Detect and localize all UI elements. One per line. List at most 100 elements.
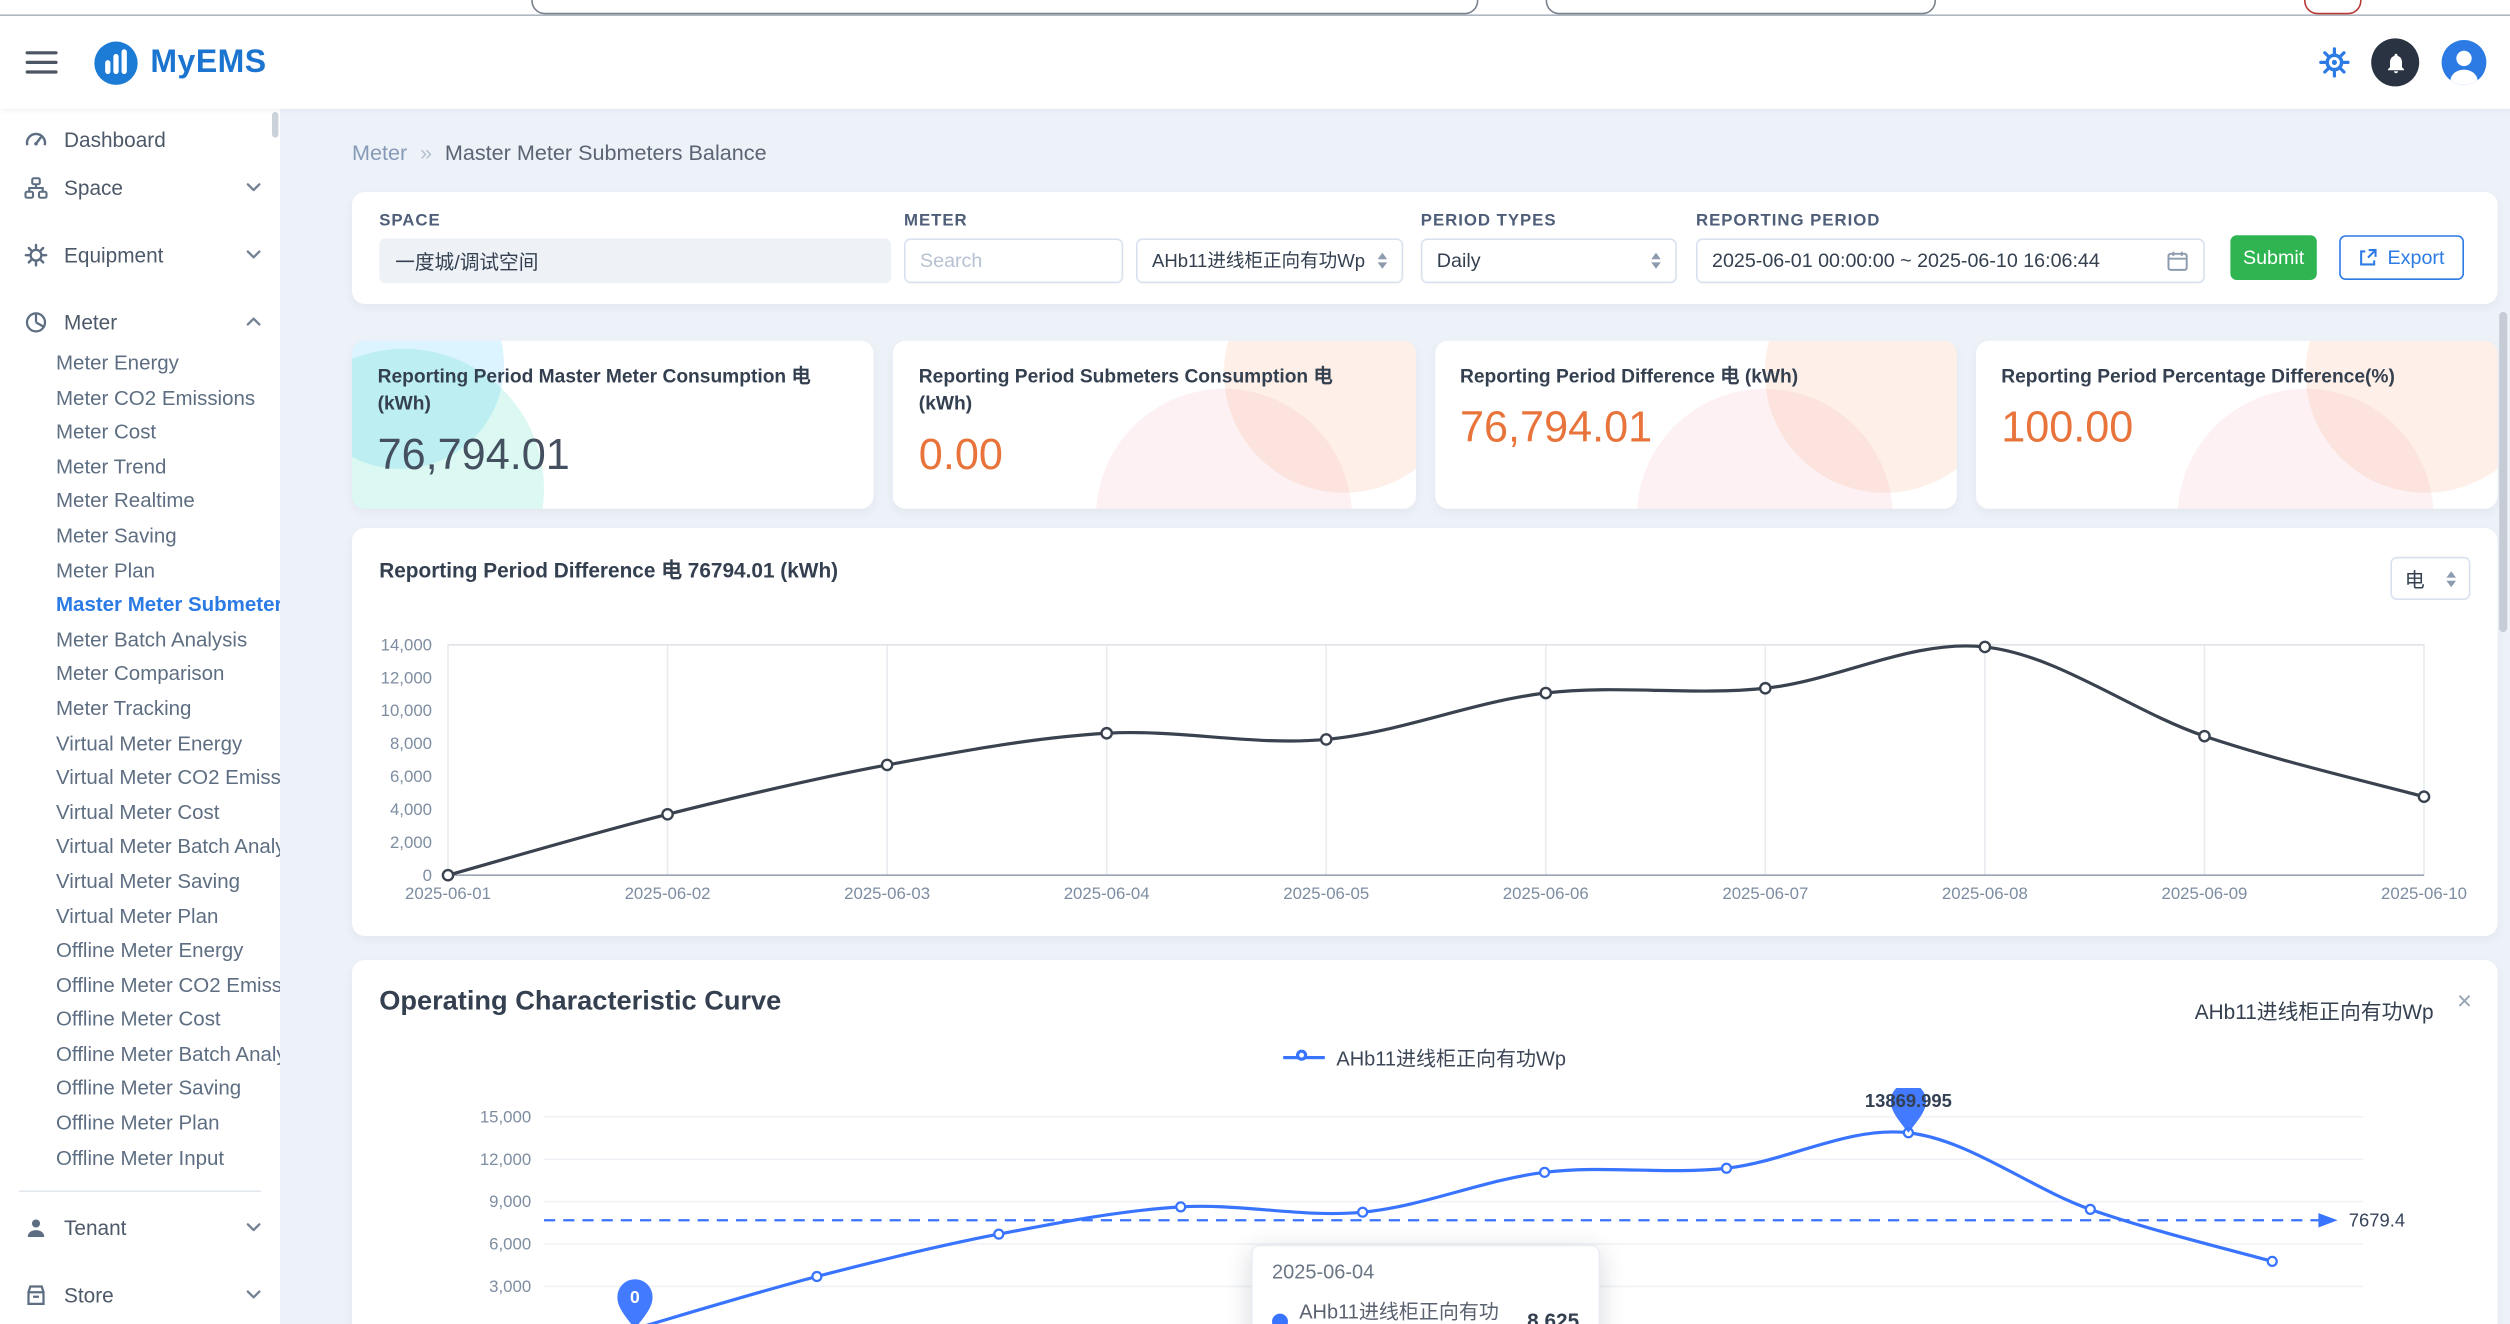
meter-icon: [24, 310, 48, 334]
browser-artifact-box: [1546, 0, 1936, 14]
main-content: Meter » Master Meter Submeters Balance S…: [280, 109, 2510, 1324]
stat-value: 76,794.01: [378, 430, 849, 480]
difference-line: [448, 646, 2424, 875]
period-types-label: PERIOD TYPES: [1421, 211, 1677, 230]
main-scrollbar[interactable]: [2499, 312, 2507, 632]
sidebar-item-meter-realtime[interactable]: Meter Realtime: [0, 484, 280, 519]
data-point[interactable]: [882, 760, 892, 770]
data-point[interactable]: [1722, 1164, 1731, 1173]
sidebar-item-virtual-meter-plan[interactable]: Virtual Meter Plan: [0, 898, 280, 933]
close-icon[interactable]: ×: [2457, 989, 2472, 1018]
data-point[interactable]: [1321, 734, 1331, 744]
breadcrumb-parent[interactable]: Meter: [352, 141, 407, 165]
sidebar-item-offline-meter-energy[interactable]: Offline Meter Energy: [0, 933, 280, 968]
data-point[interactable]: [443, 870, 453, 880]
svg-text:2025-06-02: 2025-06-02: [625, 884, 711, 903]
browser-artifact-strip: [0, 0, 2510, 16]
sidebar-item-master-meter-submeters-balance[interactable]: Master Meter Submeters Balance: [0, 587, 280, 622]
sidebar-item-meter-tracking[interactable]: Meter Tracking: [0, 691, 280, 726]
data-point[interactable]: [1176, 1202, 1185, 1211]
space-tree-select[interactable]: 一度城/调试空间: [379, 238, 891, 283]
sidebar-item-meter[interactable]: Meter: [0, 298, 280, 346]
meter-search-input[interactable]: [920, 250, 1107, 272]
tenant-icon: [24, 1216, 48, 1240]
breadcrumb-separator: »: [420, 141, 432, 165]
energy-category-select[interactable]: 电: [2390, 557, 2470, 600]
svg-text:8,000: 8,000: [390, 734, 432, 753]
sidebar-item-offline-meter-batch-analysis[interactable]: Offline Meter Batch Analysis: [0, 1037, 280, 1072]
sidebar-item-space[interactable]: Space: [0, 163, 280, 211]
period-type-value: Daily: [1437, 250, 1481, 272]
dashboard-icon: [24, 127, 48, 151]
stat-title: Reporting Period Master Meter Consumptio…: [378, 363, 849, 417]
data-point[interactable]: [1760, 683, 1770, 693]
space-value: 一度城/调试空间: [395, 246, 538, 275]
svg-text:6,000: 6,000: [489, 1235, 531, 1254]
reporting-period-input[interactable]: 2025-06-01 00:00:00 ~ 2025-06-10 16:06:4…: [1696, 238, 2205, 283]
svg-text:2025-06-08: 2025-06-08: [1942, 884, 2028, 903]
export-button[interactable]: Export: [2339, 235, 2464, 280]
sidebar-item-virtual-meter-cost[interactable]: Virtual Meter Cost: [0, 795, 280, 830]
sidebar-item-offline-meter-plan[interactable]: Offline Meter Plan: [0, 1106, 280, 1141]
sidebar-item-meter-co2-emissions[interactable]: Meter CO2 Emissions: [0, 380, 280, 415]
sidebar-scrollbar[interactable]: [272, 112, 278, 138]
sidebar-item-offline-meter-saving[interactable]: Offline Meter Saving: [0, 1071, 280, 1106]
sidebar-item-meter-batch-analysis[interactable]: Meter Batch Analysis: [0, 622, 280, 657]
submit-button[interactable]: Submit: [2230, 235, 2316, 280]
sidebar-item-offline-meter-cost[interactable]: Offline Meter Cost: [0, 1002, 280, 1037]
sidebar-item-store[interactable]: Store: [0, 1271, 280, 1319]
app-root: MyEMS Dashboard Space Equipment: [0, 0, 2510, 1324]
difference-chart-card: Reporting Period Difference 电 76794.01 (…: [352, 528, 2498, 936]
myems-logo[interactable]: MyEMS: [93, 39, 267, 85]
meter-submenu: Meter EnergyMeter CO2 EmissionsMeter Cos…: [0, 346, 280, 1175]
sidebar-item-offline-meter-input[interactable]: Offline Meter Input: [0, 1140, 280, 1175]
settings-gear-icon[interactable]: [2318, 46, 2350, 78]
data-point[interactable]: [1541, 688, 1551, 698]
data-point[interactable]: [812, 1272, 821, 1281]
meter-select[interactable]: AHb11进线柜正向有功Wp: [1136, 238, 1403, 283]
sidebar-item-meter-trend[interactable]: Meter Trend: [0, 449, 280, 484]
chevron-down-icon: [246, 1223, 260, 1233]
stat-value: 0.00: [919, 430, 1390, 480]
sidebar-item-meter-cost[interactable]: Meter Cost: [0, 415, 280, 450]
sidebar-item-virtual-meter-energy[interactable]: Virtual Meter Energy: [0, 726, 280, 761]
period-type-select[interactable]: Daily: [1421, 238, 1677, 283]
data-point[interactable]: [2199, 731, 2209, 741]
svg-text:2025-06-05: 2025-06-05: [1283, 884, 1369, 903]
difference-line-chart[interactable]: 2025-06-012025-06-022025-06-032025-06-04…: [379, 632, 2470, 920]
sidebar-item-dashboard[interactable]: Dashboard: [0, 115, 280, 163]
legend-label: AHb11进线柜正向有功Wp: [1336, 1042, 1566, 1072]
stat-title: Reporting Period Submeters Consumption 电…: [919, 363, 1390, 417]
meter-selected-value: AHb11进线柜正向有功Wp: [1152, 248, 1365, 274]
sidebar-item-meter-comparison[interactable]: Meter Comparison: [0, 657, 280, 692]
chart-legend[interactable]: AHb11进线柜正向有功Wp: [352, 1042, 2498, 1072]
sidebar-item-virtual-meter-saving[interactable]: Virtual Meter Saving: [0, 864, 280, 899]
sidebar-item-tenant[interactable]: Tenant: [0, 1204, 280, 1252]
data-point[interactable]: [2086, 1205, 2095, 1214]
filter-panel: SPACE 一度城/调试空间 METER AHb11进线柜正向有功Wp: [352, 192, 2498, 304]
stat-title: Reporting Period Difference 电 (kWh): [1460, 363, 1931, 390]
data-point[interactable]: [662, 809, 672, 819]
sidebar-item-equipment[interactable]: Equipment: [0, 230, 280, 278]
sidebar-item-virtual-meter-batch-analysis[interactable]: Virtual Meter Batch Analysis: [0, 829, 280, 864]
user-avatar[interactable]: [2440, 38, 2488, 86]
sidebar-item-meter-plan[interactable]: Meter Plan: [0, 553, 280, 588]
notifications-bell-icon[interactable]: [2371, 38, 2419, 86]
svg-text:7679.4: 7679.4: [2349, 1210, 2405, 1231]
data-point[interactable]: [1358, 1208, 1367, 1217]
menu-toggle-icon[interactable]: [26, 51, 58, 73]
sidebar-item-offline-meter-co2-emissions[interactable]: Offline Meter CO2 Emissions: [0, 968, 280, 1003]
data-point[interactable]: [994, 1230, 1003, 1239]
data-point[interactable]: [1540, 1168, 1549, 1177]
data-point[interactable]: [2268, 1257, 2277, 1266]
sidebar-item-meter-saving[interactable]: Meter Saving: [0, 518, 280, 553]
data-point[interactable]: [1980, 642, 1990, 652]
svg-text:3,000: 3,000: [489, 1277, 531, 1296]
sidebar-item-meter-energy[interactable]: Meter Energy: [0, 346, 280, 381]
chart-title: Reporting Period Difference 电 76794.01 (…: [379, 554, 838, 584]
sidebar-item-virtual-meter-co2-emissions[interactable]: Virtual Meter CO2 Emissions: [0, 760, 280, 795]
browser-artifact-box: [531, 0, 1478, 14]
chevron-up-icon: [246, 317, 260, 327]
data-point[interactable]: [2419, 792, 2429, 802]
data-point[interactable]: [1102, 728, 1112, 738]
